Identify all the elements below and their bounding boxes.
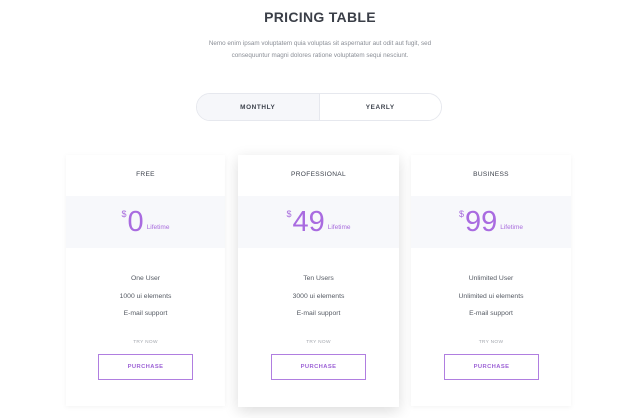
feature-item: Unlimited User bbox=[468, 275, 514, 282]
price-band: $ 0 Lifetime bbox=[66, 196, 225, 248]
purchase-button[interactable]: PURCHASE bbox=[271, 354, 366, 380]
price-period: Lifetime bbox=[146, 223, 170, 231]
feature-list: Ten Users 3000 ui elements E-mail suppor… bbox=[238, 270, 399, 323]
plan-name: FREE bbox=[136, 171, 155, 178]
try-now-label: TRY NOW bbox=[478, 340, 504, 345]
plan-name: BUSINESS bbox=[473, 171, 509, 178]
try-now-label: TRY NOW bbox=[306, 340, 331, 345]
purchase-button[interactable]: PURCHASE bbox=[444, 354, 539, 380]
price-period: Lifetime bbox=[327, 223, 351, 231]
currency-symbol: $ bbox=[458, 209, 464, 219]
price-band: $ 49 Lifetime bbox=[238, 196, 399, 248]
feature-item: E-mail support bbox=[123, 310, 168, 317]
price-amount: 0 bbox=[127, 206, 144, 238]
billing-toggle: MONTHLY YEARLY bbox=[196, 93, 442, 121]
price-band: $ 99 Lifetime bbox=[411, 196, 571, 248]
feature-item: E-mail support bbox=[296, 310, 341, 317]
intro-line-1: Nemo enim ipsam voluptatem quia voluptas… bbox=[208, 40, 432, 47]
feature-item: 1000 ui elements bbox=[119, 292, 172, 300]
plan-name: PROFESSIONAL bbox=[291, 171, 346, 178]
purchase-button[interactable]: PURCHASE bbox=[98, 354, 193, 380]
pricing-card-professional: PROFESSIONAL $ 49 Lifetime Ten Users 300… bbox=[238, 155, 399, 407]
currency-symbol: $ bbox=[286, 209, 292, 219]
price: $ 0 Lifetime bbox=[122, 207, 170, 237]
feature-list: One User 1000 ui elements E-mail support bbox=[66, 270, 225, 323]
price: $ 49 Lifetime bbox=[286, 207, 350, 237]
pricing-card-free: FREE $ 0 Lifetime One User 1000 ui eleme… bbox=[66, 155, 225, 406]
page-title: PRICING TABLE bbox=[264, 9, 376, 25]
monthly-toggle-button[interactable]: MONTHLY bbox=[197, 94, 320, 120]
feature-item: One User bbox=[130, 275, 161, 282]
feature-item: Ten Users bbox=[303, 275, 334, 282]
pricing-card-business: BUSINESS $ 99 Lifetime Unlimited User Un… bbox=[411, 155, 571, 406]
feature-item: 3000 ui elements bbox=[292, 292, 345, 300]
price-period: Lifetime bbox=[500, 223, 524, 231]
price-amount: 99 bbox=[464, 206, 498, 238]
yearly-toggle-button[interactable]: YEARLY bbox=[319, 94, 441, 120]
feature-item: Unlimited ui elements bbox=[458, 292, 524, 300]
currency-symbol: $ bbox=[121, 209, 127, 219]
price-amount: 49 bbox=[292, 206, 325, 238]
feature-list: Unlimited User Unlimited ui elements E-m… bbox=[411, 270, 571, 323]
intro-text: Nemo enim ipsam voluptatem quia voluptas… bbox=[190, 38, 450, 62]
price: $ 99 Lifetime bbox=[459, 207, 523, 237]
intro-line-2: consequuntur magni dolores ratione volup… bbox=[231, 52, 409, 59]
try-now-label: TRY NOW bbox=[133, 340, 158, 345]
feature-item: E-mail support bbox=[469, 310, 513, 317]
